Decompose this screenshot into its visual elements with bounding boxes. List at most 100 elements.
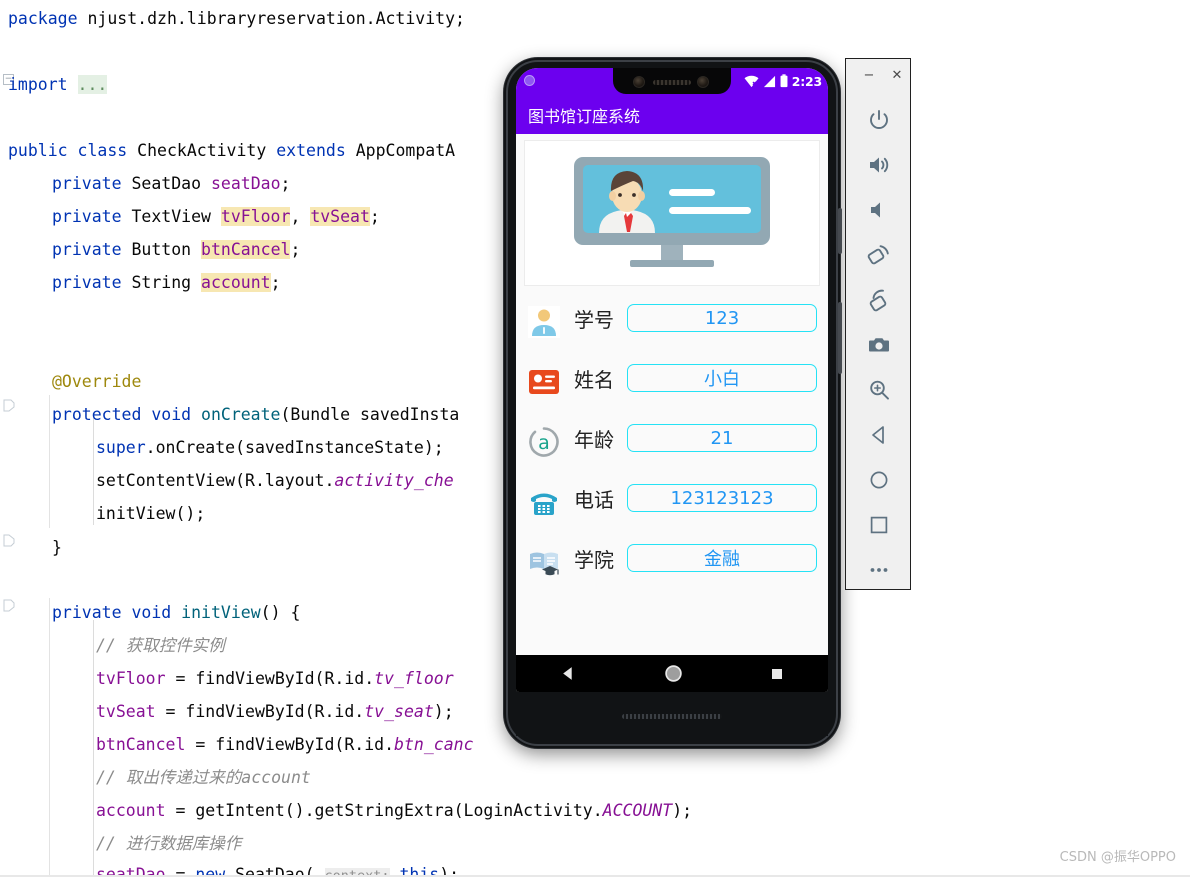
wifi-icon — [744, 75, 759, 87]
age-circle-icon: a — [529, 427, 559, 457]
code-token: initView(); — [96, 504, 206, 523]
code-token: } — [52, 538, 62, 557]
android-navigation-bar[interactable] — [516, 655, 828, 692]
volume-down-icon[interactable] — [846, 187, 912, 232]
code-token: tv_seat — [364, 702, 434, 721]
code-line: private String account; — [52, 266, 281, 299]
power-icon[interactable] — [846, 97, 912, 142]
code-token: activity_che — [334, 471, 454, 490]
csdn-watermark: CSDN @振华OPPO — [1059, 850, 1176, 865]
notification-dot-icon — [524, 75, 535, 86]
code-line: package njust.dzh.libraryreservation.Act… — [8, 2, 465, 35]
form-row: 学号 123 — [516, 296, 828, 356]
screenshot-camera-icon[interactable] — [846, 322, 912, 367]
field-input[interactable]: 123 — [627, 304, 817, 332]
device-screen[interactable]: 2:23 图书馆订座系统 学号 123 姓名 小白 a 年龄 21 电话 123… — [516, 68, 828, 692]
code-line: super.onCreate(savedInstanceState); — [96, 431, 444, 464]
code-token: ); — [433, 702, 454, 721]
code-line: initView(); — [96, 497, 205, 530]
code-token: tvFloor — [96, 669, 166, 688]
field-label: 电话 — [574, 488, 614, 512]
code-token: String — [131, 273, 202, 292]
nav-recents-icon[interactable] — [770, 667, 784, 681]
android-emulator-device[interactable]: 2:23 图书馆订座系统 学号 123 姓名 小白 a 年龄 21 电话 123… — [504, 58, 842, 748]
field-input[interactable]: 小白 — [627, 364, 817, 392]
code-token: // 取出传递过来的account — [96, 768, 311, 787]
code-token: private — [52, 207, 132, 226]
app-content[interactable]: 学号123姓名小白a年龄21电话123123123学院金融 保存信息 — [516, 134, 828, 692]
back-icon[interactable] — [846, 412, 912, 457]
field-input[interactable]: 21 — [627, 424, 817, 452]
code-token: super — [96, 438, 146, 457]
code-line: // 获取控件实例 — [96, 629, 225, 662]
code-token: TextView — [131, 207, 221, 226]
code-line: public class CheckActivity extends AppCo… — [8, 134, 455, 167]
code-token: = findViewById(R.id. — [155, 702, 365, 721]
code-line: private Button btnCancel; — [52, 233, 300, 266]
code-token: ; — [369, 207, 380, 226]
overview-icon[interactable] — [846, 502, 912, 547]
volume-up-icon[interactable] — [846, 142, 912, 187]
telephone-icon — [528, 486, 560, 518]
field-input[interactable]: 123123123 — [627, 484, 817, 512]
close-button[interactable]: ✕ — [888, 66, 906, 84]
field-label: 学院 — [574, 548, 614, 572]
code-token: () { — [260, 603, 301, 622]
emulator-window-controls[interactable]: − ✕ — [846, 63, 912, 85]
form-row: a 年龄 21 — [516, 416, 828, 476]
status-bar-right-group: 2:23 — [744, 68, 822, 94]
telephone-icon — [531, 493, 557, 515]
book-cap-icon — [530, 552, 559, 576]
code-token: @Override — [52, 372, 142, 391]
code-token: ACCOUNT — [602, 801, 673, 820]
form-row: 姓名 小白 — [516, 356, 828, 416]
device-chin — [516, 692, 828, 736]
emulator-toolbar[interactable]: − ✕ — [845, 58, 911, 590]
code-line: private SeatDao seatDao; — [52, 167, 290, 200]
code-token: btnCancel — [96, 735, 186, 754]
device-power-button[interactable] — [838, 208, 842, 254]
form-row: 电话 123123123 — [516, 476, 828, 536]
code-token: tvSeat — [96, 702, 156, 721]
code-token: public — [8, 141, 78, 160]
code-line: protected void onCreate(Bundle savedInst… — [52, 398, 459, 431]
user-icon — [528, 306, 560, 338]
code-token: CheckActivity — [137, 141, 277, 160]
rotate-left-icon[interactable] — [846, 232, 912, 277]
earpiece-speaker — [653, 80, 691, 85]
field-input[interactable]: 金融 — [627, 544, 817, 572]
code-token: account — [201, 273, 271, 292]
code-token: onCreate — [201, 405, 281, 424]
code-line: setContentView(R.layout.activity_che — [96, 464, 454, 497]
code-line: @Override — [52, 365, 141, 398]
home-icon[interactable] — [846, 457, 912, 502]
code-token: private — [52, 240, 132, 259]
code-token: private — [52, 174, 132, 193]
nav-back-icon[interactable] — [560, 665, 577, 682]
field-label: 年龄 — [574, 428, 614, 452]
status-bar-clock: 2:23 — [791, 73, 822, 89]
code-line: private TextView tvFloor, tvSeat; — [52, 200, 380, 233]
age-circle-icon: a — [528, 426, 560, 458]
code-token: private — [52, 273, 132, 292]
minimize-button[interactable]: − — [860, 66, 878, 84]
more-icon[interactable] — [846, 547, 912, 592]
code-token: (Bundle savedInsta — [280, 405, 460, 424]
app-toolbar: 图书馆订座系统 — [516, 94, 828, 134]
code-token: account — [96, 801, 166, 820]
nav-home-icon[interactable] — [664, 664, 683, 683]
device-volume-button[interactable] — [838, 302, 842, 374]
status-bar: 2:23 — [516, 68, 828, 94]
code-token: ; — [290, 240, 301, 259]
code-token: ; — [280, 174, 291, 193]
code-line: // 进行数据库操作 — [96, 827, 241, 860]
code-token: btn_canc — [394, 735, 474, 754]
illustration-card — [524, 140, 820, 286]
monitor-user-illustration — [574, 157, 770, 267]
code-token: = findViewById(R.id. — [185, 735, 395, 754]
code-line: import ... — [8, 68, 108, 101]
rotate-right-icon[interactable] — [846, 277, 912, 322]
code-token: private — [52, 603, 132, 622]
zoom-in-icon[interactable] — [846, 367, 912, 412]
code-line: btnCancel = findViewById(R.id.btn_canc — [96, 728, 474, 761]
